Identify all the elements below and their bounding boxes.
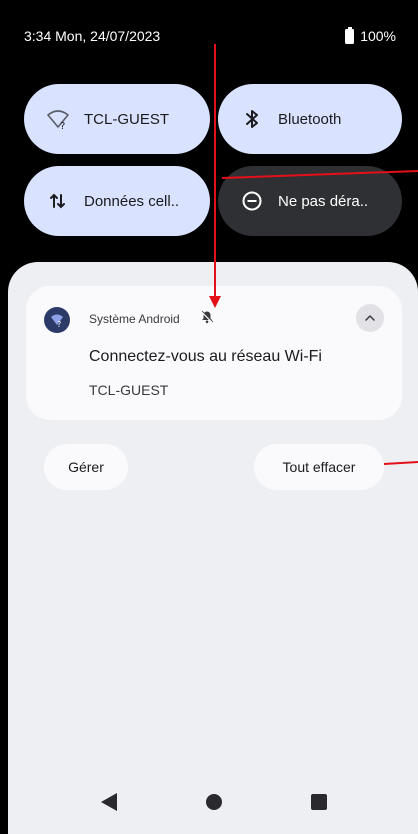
notification-text: TCL-GUEST <box>89 382 169 398</box>
manage-button[interactable]: Gérer <box>44 444 128 490</box>
mobile-data-icon <box>46 189 70 213</box>
tile-label: Bluetooth <box>278 110 342 128</box>
clear-all-button[interactable]: Tout effacer <box>254 444 384 490</box>
svg-text:?: ? <box>57 320 61 328</box>
battery-icon <box>345 26 355 44</box>
tile-mobile-data[interactable]: Données cell.. <box>24 166 210 236</box>
svg-text:?: ? <box>60 121 65 131</box>
tile-wifi[interactable]: ? TCL-GUEST <box>24 84 210 154</box>
tile-label: TCL-GUEST <box>84 110 170 128</box>
tile-do-not-disturb[interactable]: Ne pas déra.. <box>218 166 402 236</box>
home-icon[interactable] <box>206 794 222 810</box>
status-time: 3:34 Mon, 24/07/2023 <box>24 28 161 44</box>
do-not-disturb-icon <box>240 189 264 213</box>
tile-label: Ne pas déra.. <box>278 192 369 210</box>
recents-icon[interactable] <box>311 794 327 810</box>
notification-title: Connectez-vous au réseau Wi-Fi <box>89 348 322 365</box>
bell-off-icon <box>200 310 214 329</box>
expand-button[interactable] <box>356 304 384 332</box>
back-icon[interactable] <box>101 793 117 811</box>
navigation-bar <box>0 774 418 834</box>
bluetooth-icon <box>240 107 264 131</box>
chevron-up-icon <box>365 315 375 321</box>
status-right: 100% <box>345 26 396 44</box>
wifi-question-icon: ? <box>46 107 70 131</box>
tile-bluetooth[interactable]: Bluetooth <box>218 84 402 154</box>
status-bar: 3:34 Mon, 24/07/2023 100% <box>0 0 418 72</box>
notification-card[interactable]: ? Système Android Connectez-vous au rése… <box>26 286 402 420</box>
android-system-icon: ? <box>44 307 70 333</box>
battery-level: 100% <box>360 28 396 44</box>
notification-app-name: Système Android <box>89 312 180 326</box>
tile-label: Données cell.. <box>84 192 180 210</box>
